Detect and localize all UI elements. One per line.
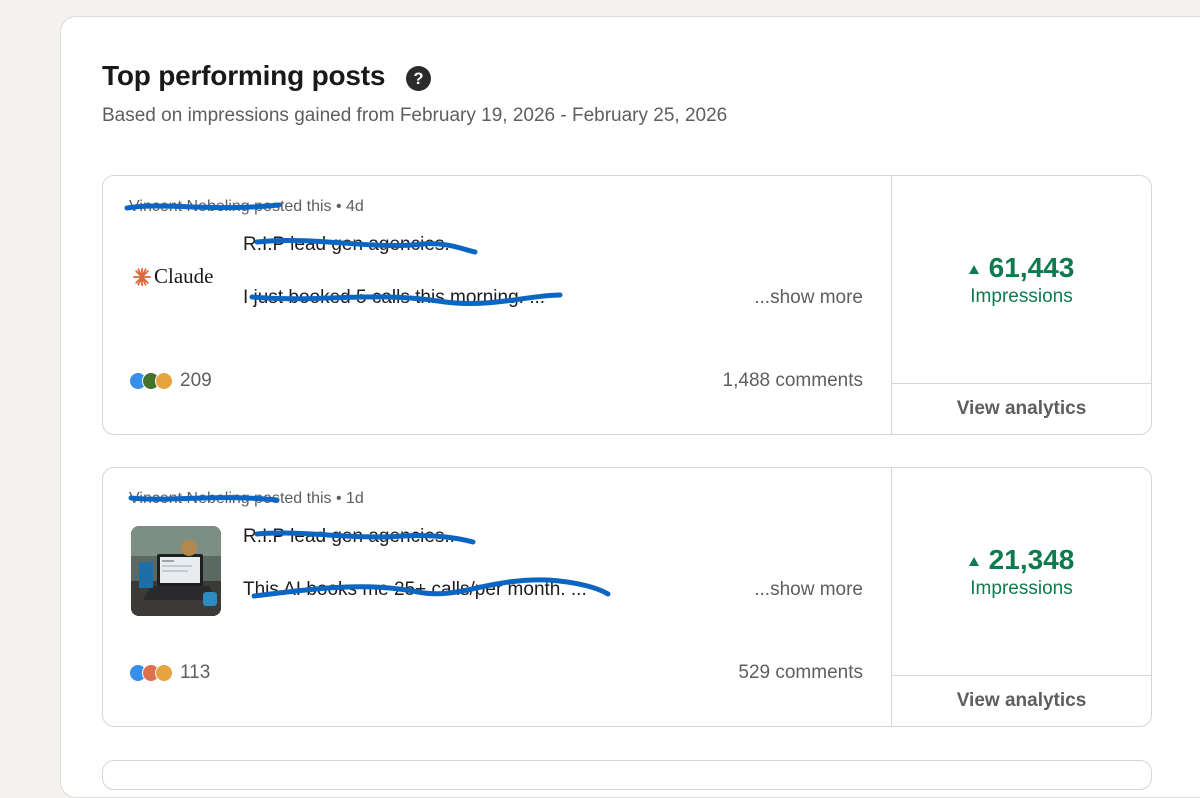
impressions-panel: 21,348 Impressions View analytics [891, 468, 1151, 726]
reactions[interactable]: 209 [129, 370, 212, 392]
section-title: Top performing posts [102, 60, 386, 91]
show-more-link[interactable]: ...show more [754, 287, 863, 309]
impressions-panel: 61,443 Impressions View analytics [891, 176, 1151, 434]
reaction-count: 113 [180, 662, 211, 683]
post-age: 4d [346, 198, 364, 215]
posted-label: posted this • [254, 490, 342, 507]
author-name[interactable]: Vincent Nebeling [129, 198, 250, 215]
impressions-value: 61,443 [988, 252, 1075, 283]
post-thumbnail[interactable] [131, 526, 221, 616]
post-age: 1d [346, 490, 364, 507]
post-card-peek [102, 760, 1152, 790]
impressions-label: Impressions [970, 578, 1073, 599]
claude-logo: Claude [133, 264, 213, 289]
impressions-block: 61,443 Impressions [892, 252, 1151, 308]
author-name[interactable]: Vincent Nebeling [129, 490, 250, 507]
question-circle-icon[interactable]: ? [406, 66, 431, 91]
post-text-line-1: R.I.P lead gen agencies.. [243, 526, 455, 547]
posted-label: posted this • [254, 198, 342, 215]
post-meta: Vincent Nebeling posted this • 4d [129, 198, 364, 216]
post-content[interactable]: Vincent Nebeling posted this • 1d R.I.P … [103, 468, 891, 726]
insightful-icon [155, 664, 173, 682]
reaction-count: 209 [180, 370, 212, 391]
laptop-photo [131, 526, 221, 616]
reaction-icons [129, 372, 173, 390]
logo-text: Claude [154, 264, 214, 288]
trend-up-icon [968, 264, 979, 274]
reactions[interactable]: 113 [129, 662, 210, 684]
comments-count[interactable]: 1,488 comments [723, 370, 863, 392]
impressions-label: Impressions [970, 286, 1073, 307]
post-meta: Vincent Nebeling posted this • 1d [129, 490, 364, 508]
view-analytics-button[interactable]: View analytics [892, 675, 1151, 726]
trend-up-icon [968, 556, 979, 566]
post-text-line-2: This AI books me 25+ calls/per month. ..… [243, 579, 587, 600]
post-content[interactable]: Vincent Nebeling posted this • 4d Claude… [103, 176, 891, 434]
view-analytics-button[interactable]: View analytics [892, 383, 1151, 434]
post-card: Vincent Nebeling posted this • 4d Claude… [102, 175, 1152, 435]
impressions-value: 21,348 [988, 544, 1075, 575]
insightful-icon [155, 372, 173, 390]
post-text-line-2: I just booked 5 calls this morning. ... [243, 287, 546, 308]
date-range-subtitle: Based on impressions gained from Februar… [102, 105, 728, 126]
svg-text:?: ? [413, 69, 423, 88]
show-more-link[interactable]: ...show more [754, 579, 863, 601]
comments-count[interactable]: 529 comments [738, 662, 863, 684]
claude-spark-icon [133, 267, 151, 286]
impressions-block: 21,348 Impressions [892, 544, 1151, 600]
reaction-icons [129, 664, 173, 682]
post-text-line-1: R.I.P lead gen agencies. [243, 234, 450, 255]
post-card: Vincent Nebeling posted this • 1d R.I.P … [102, 467, 1152, 727]
